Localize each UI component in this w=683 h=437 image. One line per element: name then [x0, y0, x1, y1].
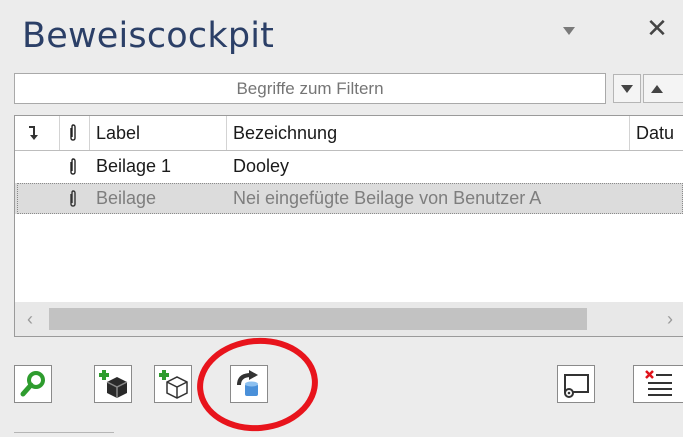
table-row[interactable]: Beilage 1 Dooley [15, 151, 683, 182]
grid-header: Label Bezeichnung Datu [15, 116, 683, 151]
triangle-down-icon [621, 84, 633, 93]
refresh-object-icon [237, 370, 258, 396]
panel-title: Beweiscockpit [22, 16, 275, 56]
paperclip-icon [70, 124, 76, 141]
scroll-left-arrow[interactable]: ‹ [19, 308, 41, 330]
scrollbar-thumb[interactable] [49, 308, 587, 330]
beweiscockpit-panel: Beweiscockpit ✕ Label Bezeichnung Da [0, 0, 683, 437]
add-package-icon [99, 370, 128, 398]
search-button[interactable] [14, 365, 52, 403]
close-button[interactable]: ✕ [643, 15, 671, 43]
filter-input[interactable] [14, 73, 606, 104]
dropdown-triangle-icon [563, 27, 575, 35]
horizontal-scrollbar[interactable]: ‹ › [15, 302, 683, 336]
filter-up-button[interactable] [643, 74, 683, 103]
panel-menu-button[interactable] [558, 20, 580, 42]
cell-bezeichnung: Nei eingefügte Beilage von Benutzer A [233, 188, 542, 208]
cell-bezeichnung: Dooley [233, 156, 290, 176]
cell-label: Beilage [96, 188, 157, 208]
table-row-selected[interactable]: Beilage Nei eingefügte Beilage von Benut… [15, 183, 683, 214]
column-header-bezeichnung[interactable]: Bezeichnung [227, 116, 630, 150]
add-empty-package-icon [159, 370, 188, 399]
add-package-button[interactable] [94, 365, 132, 403]
screen-settings-button[interactable] [557, 365, 595, 403]
search-icon [20, 371, 45, 397]
evidence-grid: Label Bezeichnung Datu Beilage 1 Dooley … [14, 115, 683, 337]
add-empty-package-button[interactable] [154, 365, 192, 403]
delete-list-button[interactable] [633, 365, 683, 403]
status-divider [14, 432, 114, 433]
column-header-sort[interactable] [15, 116, 60, 150]
triangle-up-icon [651, 84, 663, 93]
paperclip-icon [70, 190, 76, 207]
cell-label: Beilage 1 [96, 156, 172, 176]
paperclip-icon [70, 158, 76, 175]
refresh-object-button[interactable] [230, 365, 268, 403]
filter-down-button[interactable] [613, 74, 641, 103]
scroll-right-arrow[interactable]: › [659, 308, 681, 330]
sort-arrow-icon [29, 126, 38, 140]
delete-list-icon [644, 370, 672, 396]
column-header-label[interactable]: Label [90, 116, 227, 150]
column-header-attachment[interactable] [60, 116, 90, 150]
screen-settings-icon [564, 374, 589, 398]
column-header-datum[interactable]: Datu [630, 116, 683, 150]
